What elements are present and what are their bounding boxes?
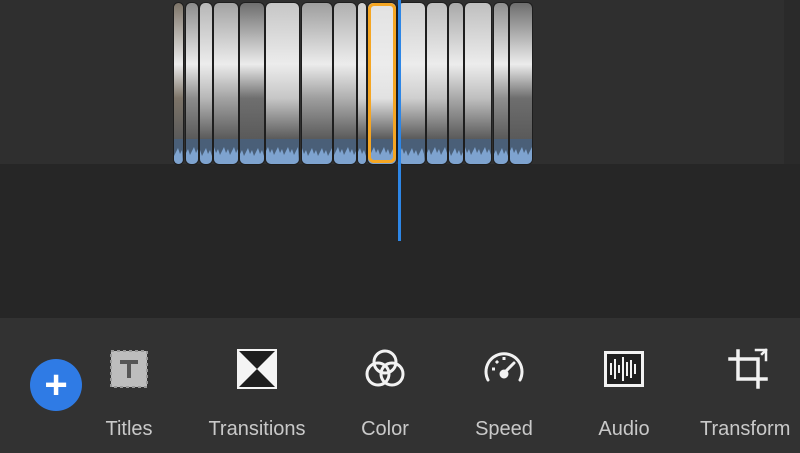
selected-clip-highlight[interactable] — [368, 3, 396, 163]
clip-thumbnail — [214, 3, 238, 139]
audio-waveform — [174, 139, 183, 164]
audio-waveform — [186, 139, 198, 164]
audio-waveform — [214, 139, 238, 164]
playhead[interactable] — [398, 0, 401, 241]
plus-icon: + — [44, 363, 68, 407]
audio-waveform — [334, 139, 356, 164]
transform-icon — [724, 345, 772, 393]
audio-waveform — [358, 139, 366, 164]
clip-thumbnail — [465, 3, 491, 139]
tool-audio[interactable]: Audio — [594, 345, 654, 453]
video-clip[interactable] — [358, 3, 366, 164]
tool-transform[interactable]: Transform — [700, 345, 800, 453]
clip-thumbnail — [334, 3, 356, 139]
video-clip[interactable] — [510, 3, 532, 164]
clip-thumbnail — [510, 3, 532, 139]
video-clip[interactable] — [465, 3, 491, 164]
video-clip[interactable] — [186, 3, 198, 164]
video-clip[interactable] — [302, 3, 332, 164]
audio-waveform — [240, 139, 264, 164]
video-clip[interactable] — [334, 3, 356, 164]
audio-waveform — [427, 139, 447, 164]
video-clip[interactable] — [174, 3, 183, 164]
speed-icon — [480, 345, 528, 393]
tool-label: Transform — [700, 418, 791, 440]
audio-waveform — [200, 139, 212, 164]
add-media-button[interactable]: + — [30, 359, 82, 411]
audio-waveform — [302, 139, 332, 164]
color-icon — [361, 345, 409, 393]
tool-color[interactable]: Color — [358, 345, 412, 453]
track-end — [784, 0, 800, 164]
clip-thumbnail — [449, 3, 463, 139]
audio-waveform — [494, 139, 508, 164]
clip-thumbnail — [302, 3, 332, 139]
clip-thumbnail — [200, 3, 212, 139]
audio-waveform — [398, 139, 425, 164]
video-clip[interactable] — [398, 3, 425, 164]
clip-thumbnail — [427, 3, 447, 139]
tool-label: Titles — [105, 418, 153, 440]
audio-waveform — [266, 139, 299, 164]
transitions-icon — [233, 345, 281, 393]
video-clip[interactable] — [214, 3, 238, 164]
video-clip[interactable] — [494, 3, 508, 164]
clip-thumbnail — [266, 3, 299, 139]
video-clip[interactable] — [200, 3, 212, 164]
clip-thumbnail — [240, 3, 264, 139]
clip-thumbnail — [398, 3, 425, 139]
tool-label: Speed — [475, 418, 533, 440]
tool-transitions[interactable]: Transitions — [205, 345, 309, 453]
tool-speed[interactable]: Speed — [472, 345, 536, 453]
clip-thumbnail — [186, 3, 198, 139]
timeline-area — [0, 0, 800, 318]
tool-label: Transitions — [208, 418, 306, 440]
clip-thumbnail — [174, 3, 183, 139]
audio-icon — [600, 345, 648, 393]
audio-waveform — [510, 139, 532, 164]
audio-waveform — [465, 139, 491, 164]
video-clip[interactable] — [449, 3, 463, 164]
titles-icon — [105, 345, 153, 393]
video-clip[interactable] — [266, 3, 299, 164]
video-clip[interactable] — [427, 3, 447, 164]
video-clip[interactable] — [240, 3, 264, 164]
tool-titles[interactable]: Titles — [104, 345, 154, 453]
tool-label: Color — [361, 418, 409, 440]
clip-thumbnail — [358, 3, 366, 139]
tool-label: Audio — [598, 418, 650, 440]
clip-thumbnail — [494, 3, 508, 139]
audio-waveform — [449, 139, 463, 164]
